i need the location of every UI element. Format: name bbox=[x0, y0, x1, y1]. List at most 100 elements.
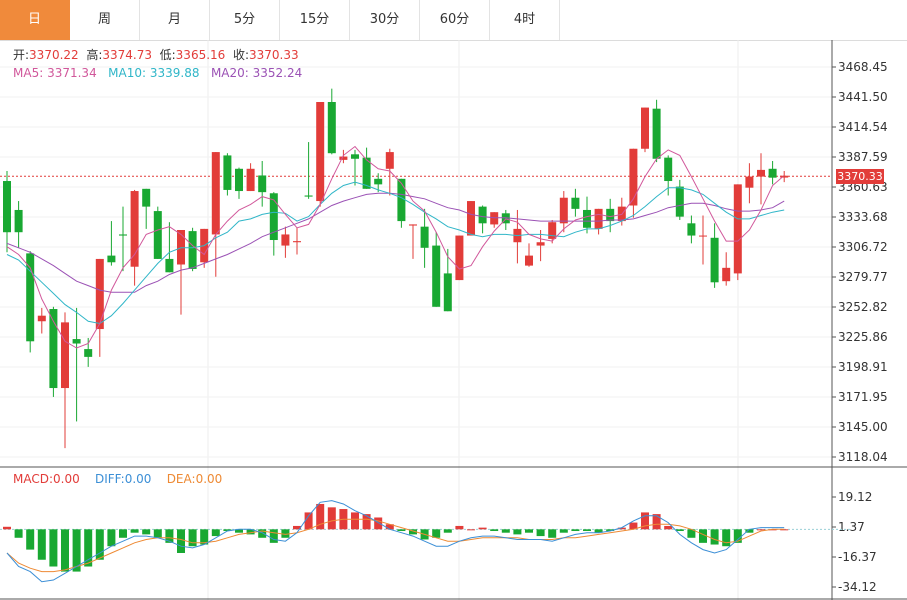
candle-down bbox=[664, 157, 673, 182]
candle-up bbox=[629, 148, 638, 206]
macd-bar-positive bbox=[374, 517, 383, 530]
tab-week[interactable]: 周 bbox=[70, 0, 140, 40]
macd-bar-negative bbox=[536, 529, 545, 537]
macd-value: 0.00 bbox=[53, 472, 80, 486]
kline-chart[interactable]: 3468.453441.503414.543387.593360.633333.… bbox=[0, 40, 907, 600]
macd-bar-negative bbox=[710, 529, 719, 545]
ma5-label: MA5: bbox=[13, 66, 44, 80]
candle-down bbox=[571, 197, 580, 209]
candle-down bbox=[351, 154, 359, 159]
ma5-value: 3371.34 bbox=[47, 66, 97, 80]
ma10-value: 3339.88 bbox=[149, 66, 200, 80]
tab-15min[interactable]: 15分 bbox=[280, 0, 350, 40]
close-value: 3370.33 bbox=[248, 48, 299, 62]
tab-4hour[interactable]: 4时 bbox=[490, 0, 560, 40]
macd-bar-negative bbox=[188, 529, 197, 547]
macd-bar-negative bbox=[722, 529, 731, 547]
macd-bar-negative bbox=[61, 529, 69, 572]
candle-up bbox=[745, 176, 754, 188]
candle-up bbox=[385, 152, 394, 169]
candle-down bbox=[188, 231, 197, 269]
candle-up bbox=[95, 258, 104, 330]
tab-5min[interactable]: 5分 bbox=[210, 0, 280, 40]
current-price-tag: 3370.33 bbox=[836, 169, 884, 184]
tab-month[interactable]: 月 bbox=[140, 0, 210, 40]
candle-up bbox=[211, 152, 220, 235]
price-tick-label: 3225.86 bbox=[838, 330, 888, 344]
close-label: 收: bbox=[232, 48, 249, 62]
tab-30min[interactable]: 30分 bbox=[350, 0, 420, 40]
ma20-label: MA20: bbox=[210, 66, 249, 80]
ma10-label: MA10: bbox=[108, 66, 147, 80]
candle-down bbox=[443, 273, 452, 312]
ma-readout: MA5: 3371.34 MA10: 3339.88 MA20: 3352.24 bbox=[13, 66, 302, 80]
candle-down bbox=[432, 245, 441, 307]
low-value: 3365.16 bbox=[175, 48, 226, 62]
macd-bar-negative bbox=[490, 529, 499, 532]
macd-bar-negative bbox=[675, 529, 684, 532]
macd-tick-label: -34.12 bbox=[838, 580, 877, 594]
candle-down bbox=[223, 155, 232, 190]
price-tick-label: 3145.00 bbox=[838, 420, 888, 434]
candle-down bbox=[304, 195, 313, 197]
macd-bar-positive bbox=[455, 525, 464, 530]
macd-bar-negative bbox=[107, 529, 116, 547]
candle-up bbox=[177, 229, 185, 265]
macd-bar-positive bbox=[362, 514, 371, 530]
candle-up bbox=[490, 212, 499, 225]
macd-bar-negative bbox=[583, 529, 591, 532]
tab-day[interactable]: 日 bbox=[0, 0, 70, 40]
period-tab-bar: 日 周 月 5分 15分 30分 60分 4时 bbox=[0, 0, 907, 41]
dea-label: DEA: bbox=[166, 472, 196, 486]
tab-60min[interactable]: 60分 bbox=[420, 0, 490, 40]
candle-down bbox=[583, 209, 591, 228]
candle-down bbox=[3, 181, 11, 233]
candle-up bbox=[37, 315, 46, 322]
candle-up bbox=[293, 241, 301, 243]
candle-down bbox=[84, 349, 93, 357]
macd-readout: MACD:0.00 DIFF:0.00 DEA:0.00 bbox=[13, 472, 222, 486]
candle-down bbox=[606, 208, 615, 222]
macd-bar-negative bbox=[26, 529, 35, 550]
macd-bar-positive bbox=[3, 526, 11, 530]
low-label: 低: bbox=[159, 48, 176, 62]
high-value: 3374.73 bbox=[102, 48, 152, 62]
candle-down bbox=[327, 102, 336, 154]
macd-bar-negative bbox=[177, 529, 185, 553]
candle-down bbox=[675, 186, 684, 217]
macd-bar-positive bbox=[351, 512, 359, 530]
price-tick-label: 3252.82 bbox=[838, 300, 888, 314]
macd-bar-negative bbox=[559, 529, 568, 533]
macd-bar-positive bbox=[652, 514, 661, 530]
price-tick-label: 3118.04 bbox=[838, 450, 888, 464]
macd-tick-label: 19.12 bbox=[838, 490, 872, 504]
macd-bar-negative bbox=[548, 529, 557, 538]
price-tick-label: 3306.72 bbox=[838, 240, 888, 254]
price-tick-label: 3414.54 bbox=[838, 120, 888, 134]
candle-up bbox=[455, 235, 464, 281]
macd-bar-negative bbox=[119, 529, 127, 538]
macd-bar-positive bbox=[327, 507, 336, 530]
macd-bar-negative bbox=[211, 529, 220, 537]
candle-down bbox=[687, 223, 696, 236]
macd-bar-positive bbox=[664, 525, 673, 530]
candle-up bbox=[246, 168, 255, 192]
macd-bar-positive bbox=[478, 527, 487, 530]
candle-down bbox=[235, 168, 243, 192]
candle-down bbox=[652, 108, 661, 159]
price-tick-label: 3279.77 bbox=[838, 270, 888, 284]
candle-up bbox=[641, 107, 649, 149]
candle-down bbox=[397, 178, 406, 222]
candle-down bbox=[258, 175, 267, 193]
candle-down bbox=[165, 258, 174, 273]
candle-down bbox=[153, 211, 162, 259]
macd-bar-positive bbox=[304, 512, 313, 530]
macd-bar-negative bbox=[142, 529, 151, 535]
candle-down bbox=[420, 226, 429, 248]
macd-bar-negative bbox=[37, 529, 46, 560]
candle-down bbox=[14, 209, 23, 233]
candle-up bbox=[467, 201, 475, 236]
diff-label: DIFF: bbox=[95, 472, 125, 486]
price-tick-label: 3441.50 bbox=[838, 90, 888, 104]
diff-value: 0.00 bbox=[124, 472, 152, 486]
